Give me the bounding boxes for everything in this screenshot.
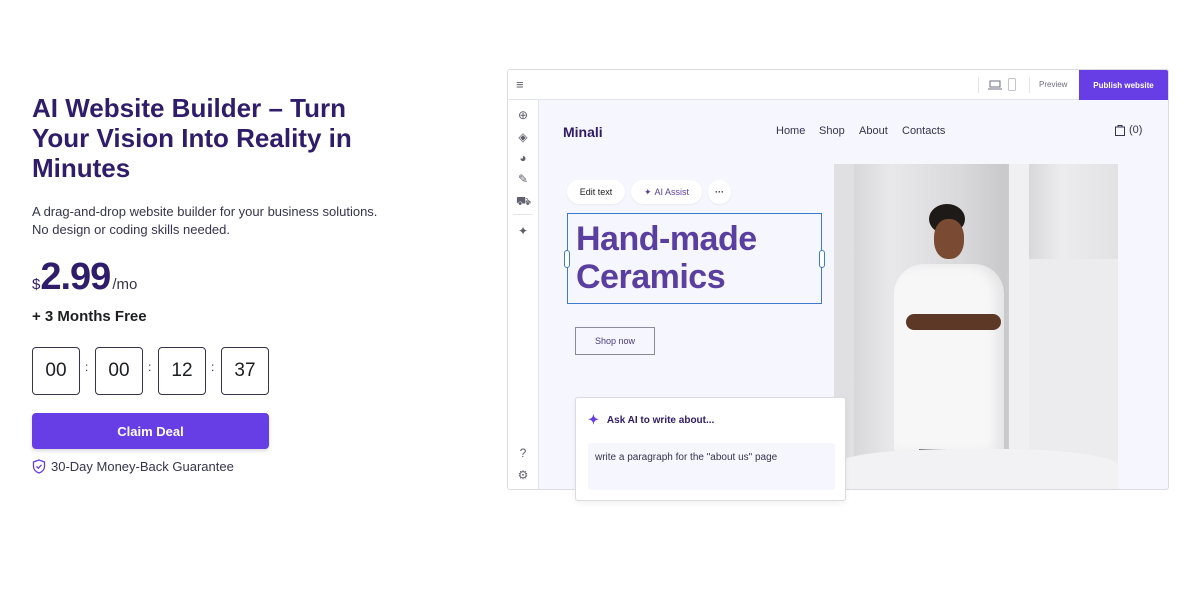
divider: [1029, 77, 1030, 93]
heading-line: Hand-made: [576, 220, 757, 258]
nav-about[interactable]: About: [859, 125, 888, 137]
ai-panel-header: ✦ Ask AI to write about...: [588, 412, 714, 428]
sparkle-icon: ✦: [588, 412, 599, 427]
preview-button[interactable]: Preview: [1039, 80, 1067, 89]
add-icon[interactable]: ⊕: [516, 108, 530, 122]
bonus-text: + 3 Months Free: [32, 308, 147, 325]
sparkle-icon[interactable]: ✦: [516, 224, 530, 238]
nav-home[interactable]: Home: [776, 125, 805, 137]
mobile-icon[interactable]: [1008, 78, 1016, 91]
claim-deal-button[interactable]: Claim Deal: [32, 413, 269, 449]
nav-shop[interactable]: Shop: [819, 125, 845, 137]
edit-text-button[interactable]: Edit text: [567, 180, 625, 204]
help-icon[interactable]: ?: [516, 446, 530, 460]
countdown-hours: 00: [95, 347, 143, 395]
resize-handle-right[interactable]: [819, 250, 825, 268]
edit-icon[interactable]: ✎: [516, 172, 530, 186]
divider: [513, 214, 533, 215]
cart[interactable]: (0): [1115, 124, 1142, 136]
guarantee-text: 30-Day Money-Back Guarantee: [51, 459, 234, 474]
countdown-minutes: 12: [158, 347, 206, 395]
heading-line: Ceramics: [576, 258, 726, 296]
more-options-button[interactable]: ···: [708, 180, 731, 204]
countdown-separator: :: [85, 360, 89, 374]
menu-icon[interactable]: ≡: [516, 77, 524, 92]
resize-handle-left[interactable]: [564, 250, 570, 268]
ai-assist-label: AI Assist: [654, 187, 690, 197]
ai-prompt-input[interactable]: write a paragraph for the "about us" pag…: [588, 443, 835, 490]
hero-photo: [834, 164, 1118, 489]
settings-icon[interactable]: ⚙: [516, 468, 530, 482]
description: A drag-and-drop website builder for your…: [32, 203, 392, 239]
layers-icon[interactable]: ◈: [516, 130, 530, 144]
shopping-bag-icon: [1115, 125, 1125, 136]
builder-topbar: ≡ Preview Publish website: [508, 70, 1168, 100]
countdown-seconds: 37: [221, 347, 269, 395]
nav-contacts[interactable]: Contacts: [902, 125, 945, 137]
price-period: /mo: [112, 276, 138, 293]
site-logo[interactable]: Minali: [563, 124, 603, 140]
price-currency: $: [32, 276, 41, 293]
shield-check-icon: [32, 459, 46, 474]
cart-icon[interactable]: ⛟: [516, 194, 531, 208]
cart-count: (0): [1129, 124, 1143, 136]
ai-assist-button[interactable]: ✦ AI Assist: [631, 180, 702, 204]
publish-website-button[interactable]: Publish website: [1079, 70, 1168, 100]
builder-sidebar: ⊕ ◈ ◕ ✎ ⛟ ✦ ? ⚙: [508, 100, 539, 489]
guarantee: 30-Day Money-Back Guarantee: [32, 459, 234, 474]
ai-panel-title: Ask AI to write about...: [606, 414, 715, 426]
selected-heading-block[interactable]: Hand-made Ceramics: [564, 213, 825, 304]
countdown-separator: :: [148, 360, 152, 374]
palette-icon[interactable]: ◕: [516, 151, 530, 165]
divider: [978, 77, 979, 93]
sparkle-icon: ✦: [643, 186, 652, 197]
page-title: AI Website Builder – Turn Your Vision In…: [32, 93, 352, 183]
countdown-separator: :: [211, 360, 215, 374]
description-line: A drag-and-drop website builder for your…: [32, 204, 378, 219]
shop-now-button[interactable]: Shop now: [575, 327, 655, 355]
desktop-icon[interactable]: [988, 80, 1002, 90]
price-amount: 2.99: [40, 256, 111, 298]
countdown-days: 00: [32, 347, 80, 395]
description-line: No design or coding skills needed.: [32, 222, 231, 237]
site-heading[interactable]: Hand-made Ceramics: [576, 220, 757, 296]
ai-write-panel: ✦ Ask AI to write about... write a parag…: [575, 397, 846, 501]
price: $ 2.99 /mo: [32, 256, 137, 299]
